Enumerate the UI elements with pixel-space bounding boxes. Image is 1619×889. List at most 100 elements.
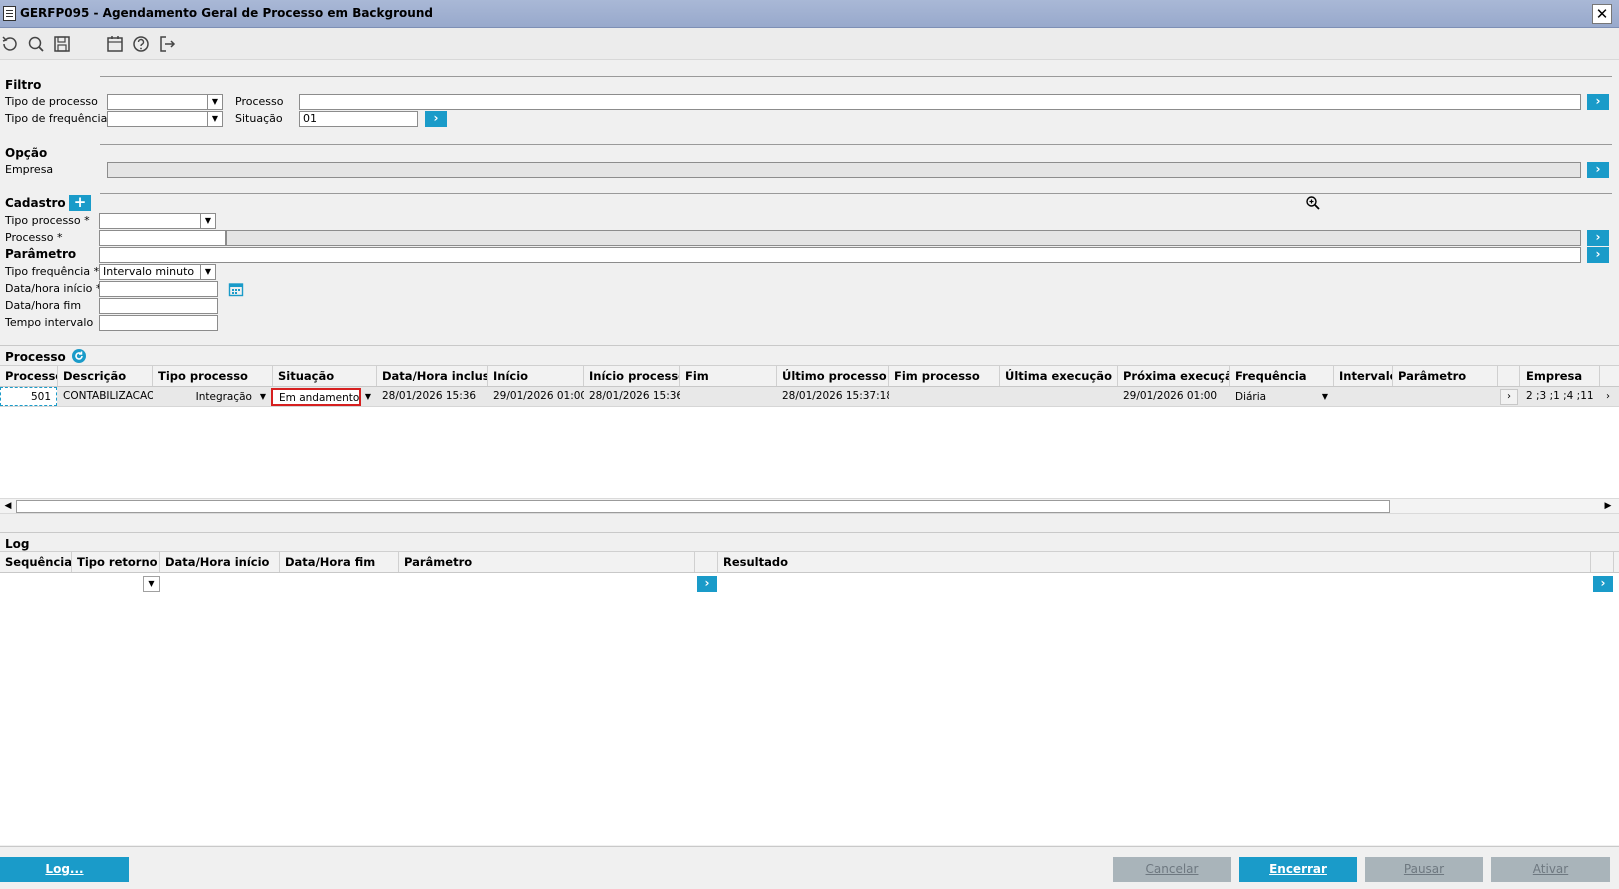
log-parametro-go-button[interactable]: ›	[697, 576, 717, 592]
parametro-expand-button[interactable]: ›	[1500, 389, 1518, 405]
cadastro-tempo-intervalo-label: Tempo intervalo	[5, 316, 94, 329]
cell-inicio-processo[interactable]: 28/01/2026 15:36	[584, 387, 680, 406]
add-icon[interactable]: +	[69, 195, 91, 211]
cadastro-divider	[100, 193, 1612, 194]
col-empresa[interactable]: Empresa	[1520, 366, 1600, 386]
opcao-empresa-input[interactable]	[107, 162, 1581, 178]
log-button[interactable]: Log...	[0, 857, 129, 882]
cell-situacao[interactable]: Em andamento	[271, 388, 361, 406]
col-tipo-processo[interactable]: Tipo processo	[153, 366, 273, 386]
save-icon[interactable]	[52, 34, 72, 54]
chevron-down-icon[interactable]: ▼	[200, 265, 215, 279]
chevron-right-icon[interactable]: ›	[1602, 390, 1614, 404]
col-inicio-processo[interactable]: Início processo	[584, 366, 680, 386]
close-button[interactable]: ✕	[1592, 4, 1612, 24]
cell-descricao[interactable]: CONTABILIZACAO	[58, 387, 153, 406]
cadastro-tipo-frequencia-select[interactable]: Intervalo minuto ▼	[99, 264, 216, 280]
cell-inicio[interactable]: 29/01/2026 01:00	[488, 387, 584, 406]
cadastro-parametro-label: Parâmetro	[5, 247, 77, 261]
chevron-down-icon[interactable]: ▼	[207, 95, 222, 109]
pausar-button[interactable]: Pausar	[1365, 857, 1483, 882]
col-data-inclusao[interactable]: Data/Hora inclusão	[377, 366, 488, 386]
cell-empresa[interactable]: 2 ;3 ;1 ;4 ;11	[1520, 387, 1600, 406]
log-col-parametro-btn	[695, 552, 718, 572]
log-col-tipo-retorno[interactable]: Tipo retorno	[72, 552, 160, 572]
cadastro-parametro-input[interactable]	[99, 247, 1581, 263]
col-ultimo-processo[interactable]: Último processo	[777, 366, 889, 386]
title-bar: GERFP095 - Agendamento Geral de Processo…	[0, 0, 1619, 28]
cadastro-data-fim-input[interactable]	[99, 298, 218, 314]
ativar-button[interactable]: Ativar	[1491, 857, 1610, 882]
chevron-down-icon[interactable]: ▼	[1318, 390, 1332, 404]
refresh-grid-icon[interactable]	[71, 348, 87, 364]
col-fim-processo[interactable]: Fim processo	[889, 366, 1000, 386]
log-resultado-go-button[interactable]: ›	[1593, 576, 1613, 592]
chevron-down-icon[interactable]: ▼	[257, 390, 269, 404]
scrollbar-thumb[interactable]	[16, 500, 1390, 513]
filtro-tipo-frequencia-select[interactable]: ▼	[107, 111, 223, 127]
cell-tipo-processo[interactable]: Integração	[153, 387, 257, 406]
col-intervalo[interactable]: Intervalo	[1334, 366, 1393, 386]
log-col-resultado[interactable]: Resultado	[718, 552, 1591, 572]
search-icon[interactable]	[26, 34, 46, 54]
cell-ultima-execucao[interactable]	[1000, 387, 1118, 406]
col-processo[interactable]: Processo	[0, 366, 58, 386]
filtro-situacao-go-button[interactable]: ›	[425, 111, 447, 127]
calendar-picker-icon[interactable]	[228, 281, 244, 297]
col-ultima-execucao[interactable]: Última execução	[1000, 366, 1118, 386]
col-descricao[interactable]: Descrição	[58, 366, 153, 386]
col-situacao[interactable]: Situação	[273, 366, 377, 386]
filtro-tipo-frequencia-label: Tipo de frequência	[5, 112, 108, 125]
opcao-title: Opção	[5, 146, 48, 160]
cadastro-processo-input[interactable]	[99, 230, 226, 246]
col-parametro[interactable]: Parâmetro	[1393, 366, 1498, 386]
cadastro-parametro-go-button[interactable]: ›	[1587, 247, 1609, 263]
table-row[interactable]: 501 CONTABILIZACAO Integração ▼ Em andam…	[0, 387, 1619, 407]
filtro-tipo-processo-select[interactable]: ▼	[107, 94, 223, 110]
opcao-empresa-go-button[interactable]: ›	[1587, 162, 1609, 178]
col-inicio[interactable]: Início	[488, 366, 584, 386]
cell-ultimo-processo[interactable]: 28/01/2026 15:37:18	[777, 387, 889, 406]
filtro-processo-input[interactable]	[299, 94, 1581, 110]
cell-frequencia[interactable]: Diária	[1230, 387, 1318, 406]
log-col-sequencia[interactable]: Sequência	[0, 552, 72, 572]
scroll-left-icon[interactable]: ◀	[1, 500, 15, 513]
chevron-down-icon[interactable]: ▼	[200, 214, 215, 228]
footer-divider	[0, 846, 1619, 847]
cell-processo[interactable]: 501	[0, 387, 57, 406]
cadastro-title: Cadastro	[5, 196, 66, 210]
filtro-processo-go-button[interactable]: ›	[1587, 94, 1609, 110]
scroll-right-icon[interactable]: ▶	[1601, 500, 1615, 513]
chevron-down-icon[interactable]: ▼	[207, 112, 222, 126]
filtro-situacao-input[interactable]: 01	[299, 111, 418, 127]
col-fim[interactable]: Fim	[680, 366, 777, 386]
cadastro-tipo-processo-label: Tipo processo *	[5, 214, 90, 227]
cancelar-button[interactable]: Cancelar	[1113, 857, 1231, 882]
cell-fim-processo[interactable]	[889, 387, 1000, 406]
log-col-data-fim[interactable]: Data/Hora fim	[280, 552, 399, 572]
exit-icon[interactable]	[157, 34, 177, 54]
cadastro-tipo-processo-select[interactable]: ▼	[99, 213, 216, 229]
help-icon[interactable]	[131, 34, 151, 54]
chevron-down-icon[interactable]: ▼	[143, 576, 160, 592]
cell-fim[interactable]	[680, 387, 777, 406]
encerrar-button[interactable]: Encerrar	[1239, 857, 1357, 882]
log-divider	[0, 532, 1619, 533]
cadastro-processo-go-button[interactable]: ›	[1587, 230, 1609, 246]
cell-data-inclusao[interactable]: 28/01/2026 15:36	[377, 387, 488, 406]
col-frequencia[interactable]: Frequência	[1230, 366, 1334, 386]
cadastro-tempo-intervalo-input[interactable]	[99, 315, 218, 331]
cadastro-data-inicio-input[interactable]	[99, 281, 218, 297]
col-proxima-execucao[interactable]: Próxima execução	[1118, 366, 1230, 386]
cell-intervalo[interactable]	[1334, 387, 1393, 406]
refresh-icon[interactable]	[0, 34, 20, 54]
app-icon	[3, 6, 16, 21]
calendar-icon[interactable]	[105, 34, 125, 54]
chevron-down-icon[interactable]: ▼	[362, 390, 374, 404]
cell-proxima-execucao[interactable]: 29/01/2026 01:00	[1118, 387, 1230, 406]
processo-scrollbar[interactable]: ◀ ▶	[0, 498, 1619, 514]
cell-parametro[interactable]	[1393, 387, 1498, 406]
log-col-data-inicio[interactable]: Data/Hora início	[160, 552, 280, 572]
log-col-parametro[interactable]: Parâmetro	[399, 552, 695, 572]
processo-grid-header: Processo Descrição Tipo processo Situaçã…	[0, 365, 1619, 387]
